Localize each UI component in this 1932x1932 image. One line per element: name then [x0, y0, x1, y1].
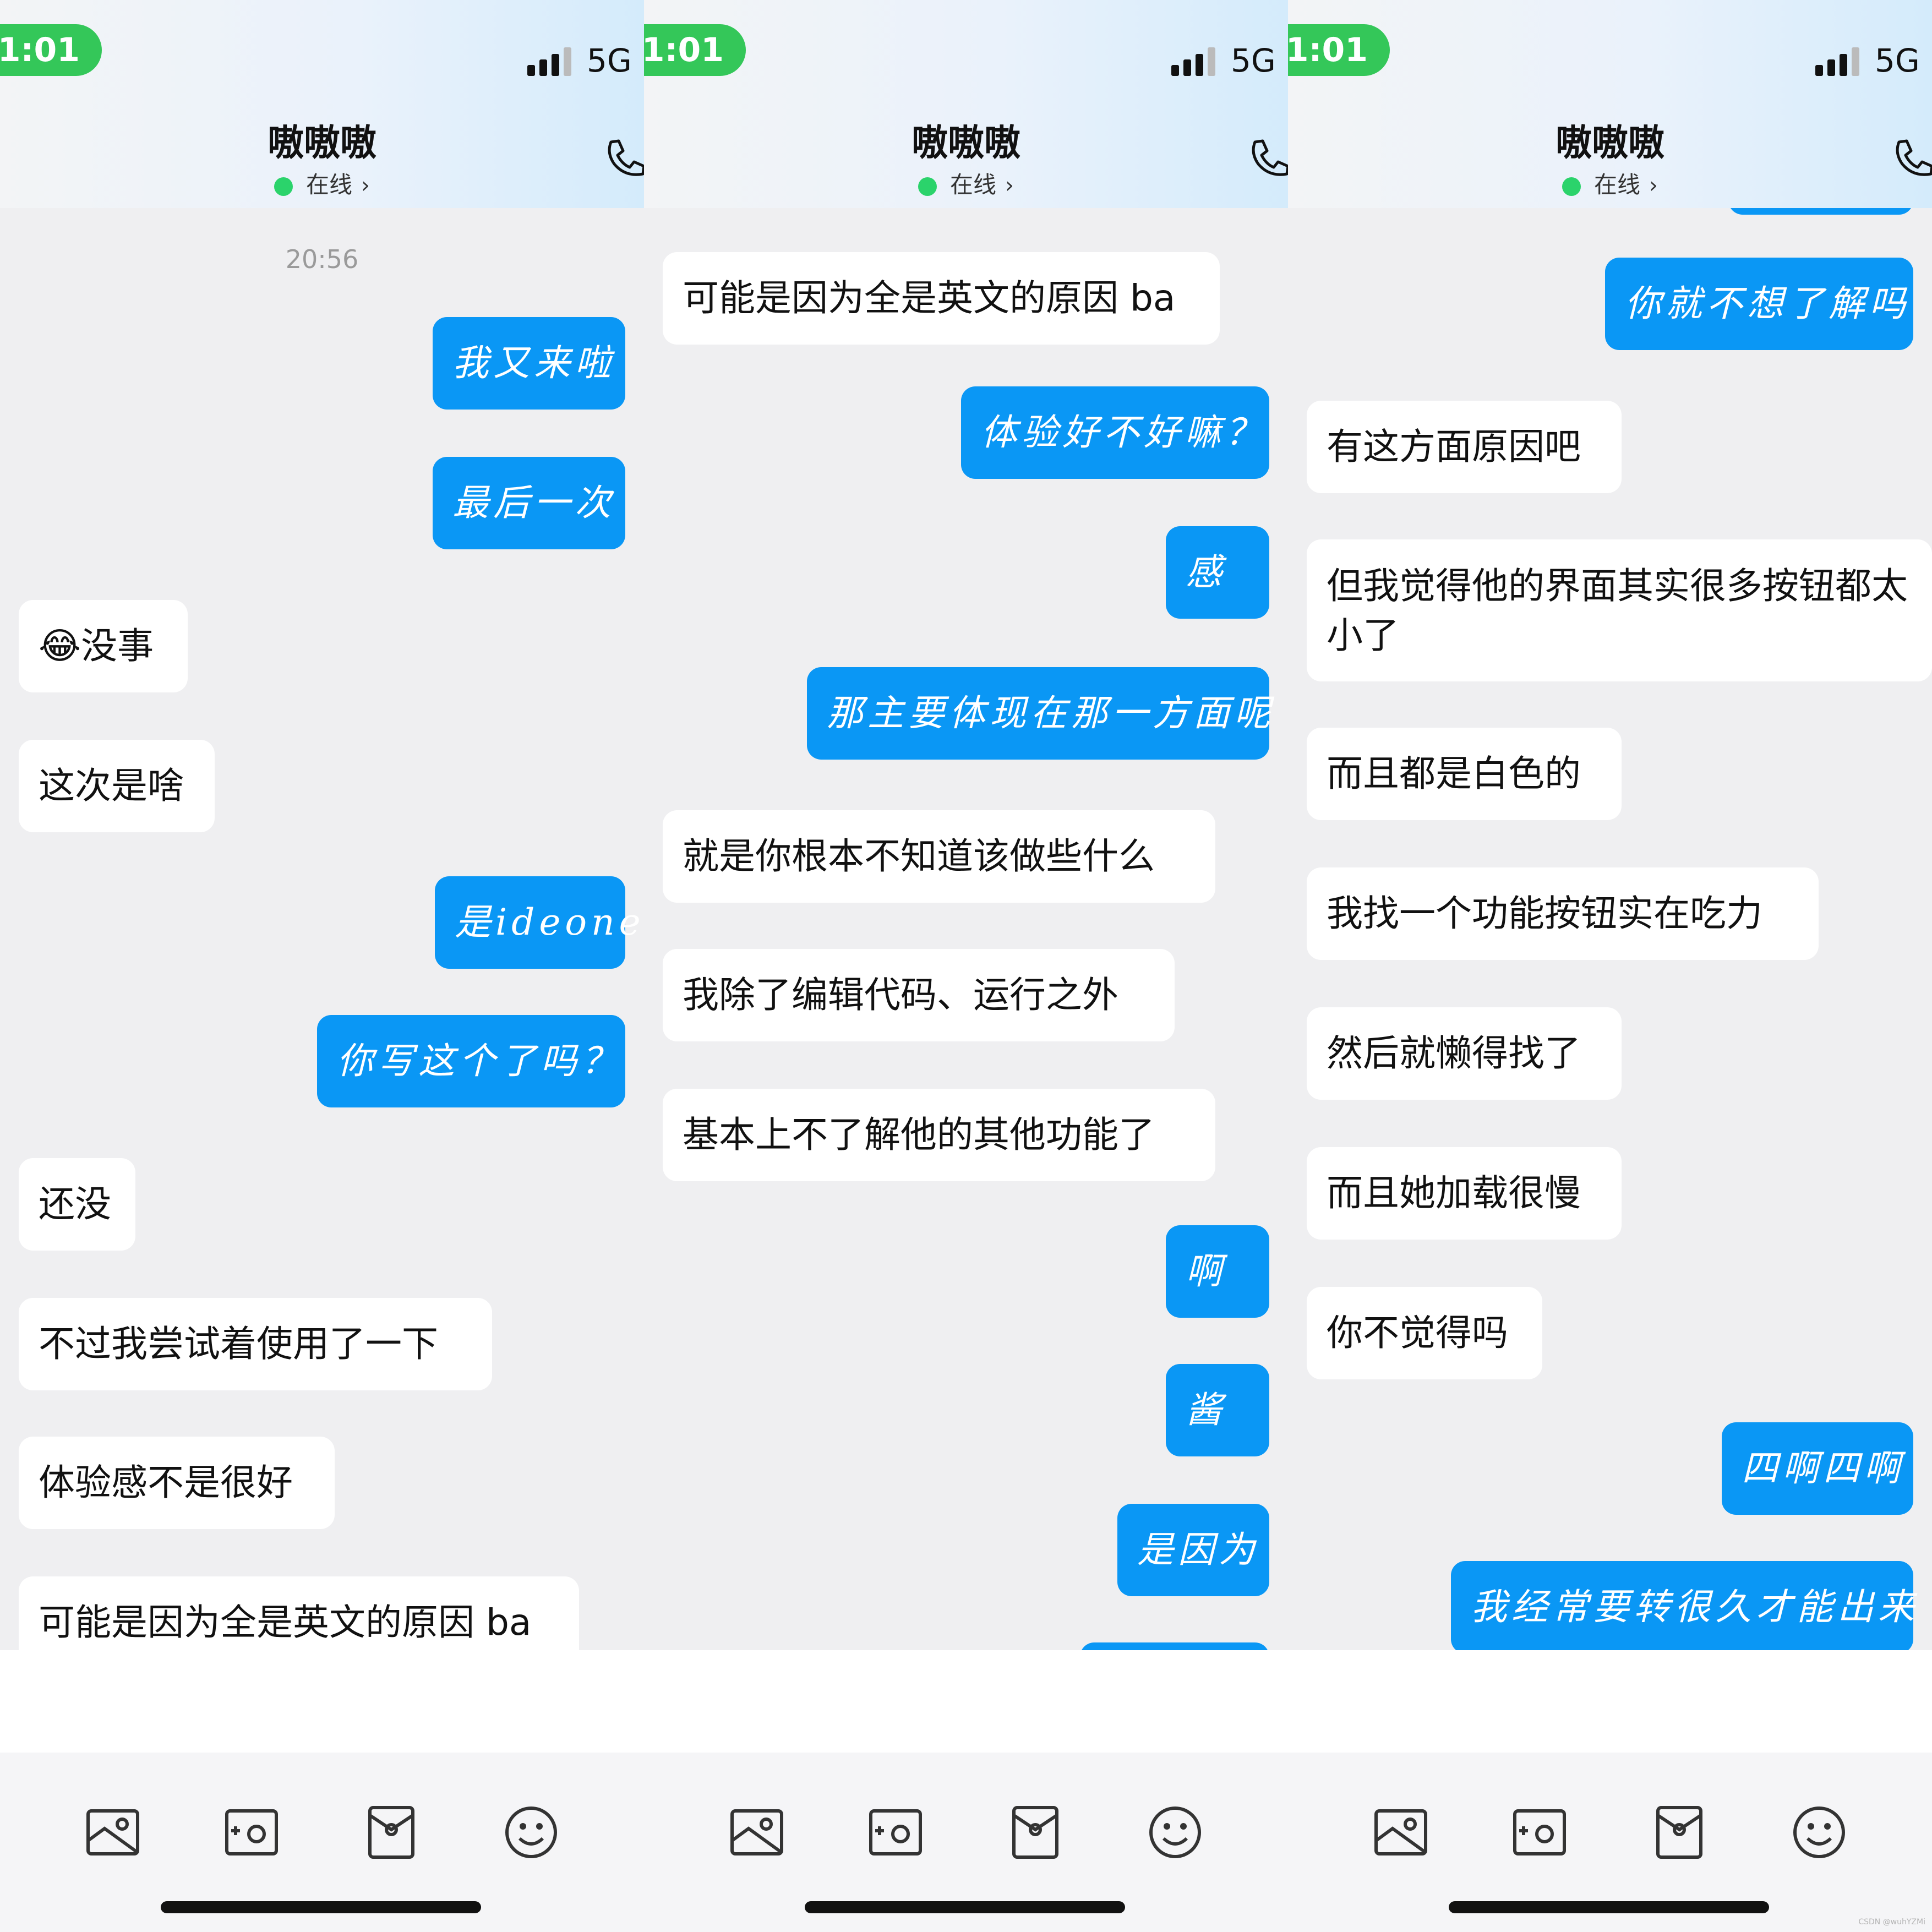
- status-time: 21:01: [0, 24, 102, 76]
- incoming-message[interactable]: 这次是啥: [19, 740, 215, 832]
- chevron-right-icon: ›: [1005, 173, 1014, 198]
- chat-header: 21:01 5G 嗷嗷嗷 在线 ›: [1288, 0, 1932, 208]
- red-packet-icon[interactable]: [1649, 1802, 1710, 1863]
- composer: [0, 1650, 644, 1932]
- message-list[interactable]: 20:56 我又来啦 最后一次 😂没事 这次是啥 是ideone 你写这个了吗？…: [0, 208, 644, 1650]
- outgoing-message[interactable]: 是ideone: [435, 876, 641, 969]
- outgoing-message[interactable]: 我经常要转很久才能出来: [1451, 1561, 1914, 1650]
- signal-icon: [1171, 47, 1218, 76]
- outgoing-message[interactable]: 是因为: [1117, 1504, 1269, 1596]
- status-time: 21:01: [644, 24, 746, 76]
- outgoing-message[interactable]: 啊: [1166, 1225, 1269, 1318]
- network-label: 5G: [1231, 42, 1276, 79]
- chat-screenshot-1: 21:01 5G 嗷嗷嗷 在线 › 20:56 我又来啦 最后一次 😂没事 这次是…: [0, 0, 644, 1932]
- camera-icon[interactable]: [865, 1802, 926, 1863]
- home-indicator[interactable]: [805, 1901, 1125, 1913]
- incoming-message[interactable]: 体验感不是很好: [19, 1437, 335, 1529]
- online-dot-icon: [274, 177, 293, 196]
- online-status[interactable]: 在线 ›: [1288, 166, 1932, 200]
- incoming-message[interactable]: 我除了编辑代码、运行之外: [663, 949, 1175, 1041]
- outgoing-message[interactable]: 我又来啦: [433, 317, 625, 410]
- red-packet-icon[interactable]: [361, 1802, 422, 1863]
- chevron-right-icon: ›: [361, 173, 370, 198]
- chat-screenshot-3: 21:01 5G 嗷嗷嗷 在线 › 你就不想了解吗 有这方面原因吧 但我觉得他的界…: [1288, 0, 1932, 1932]
- outgoing-message[interactable]: 你写这个了吗？: [317, 1015, 625, 1107]
- emoji-icon[interactable]: [501, 1802, 561, 1863]
- incoming-message[interactable]: 有这方面原因吧: [1307, 401, 1622, 493]
- chat-header: 21:01 5G 嗷嗷嗷 在线 ›: [0, 0, 644, 208]
- outgoing-message-partial[interactable]: [1728, 208, 1913, 215]
- outgoing-message[interactable]: 感: [1166, 526, 1269, 619]
- red-packet-icon[interactable]: [1005, 1802, 1066, 1863]
- phone-icon[interactable]: [603, 137, 644, 181]
- incoming-message[interactable]: 可能是因为全是英文的原因 ba: [19, 1576, 579, 1650]
- phone-icon[interactable]: [1891, 137, 1932, 181]
- contact-name[interactable]: 嗷嗷嗷: [0, 113, 644, 166]
- incoming-message[interactable]: 而且她加载很慢: [1307, 1147, 1622, 1240]
- signal-icon: [1815, 47, 1862, 76]
- chat-header: 21:01 5G 嗷嗷嗷 在线 ›: [644, 0, 1288, 208]
- outgoing-message-partial[interactable]: [1080, 1642, 1269, 1650]
- emoji-icon[interactable]: [1789, 1802, 1849, 1863]
- incoming-message[interactable]: 但我觉得他的界面其实很多按钮都太小了: [1307, 539, 1932, 681]
- image-icon[interactable]: [1371, 1802, 1431, 1863]
- watermark: CSDN @wuhYZMi: [1858, 1918, 1925, 1926]
- status-time: 21:01: [1288, 24, 1390, 76]
- image-icon[interactable]: [83, 1802, 143, 1863]
- outgoing-message[interactable]: 最后一次: [433, 457, 625, 549]
- incoming-message[interactable]: 就是你根本不知道该做些什么: [663, 810, 1215, 903]
- message-input[interactable]: [644, 1650, 1288, 1753]
- online-status[interactable]: 在线 ›: [644, 166, 1288, 200]
- outgoing-message[interactable]: 那主要体现在那一方面呢: [807, 667, 1270, 760]
- message-input[interactable]: [0, 1650, 644, 1753]
- camera-icon[interactable]: [221, 1802, 282, 1863]
- composer: [644, 1650, 1288, 1932]
- incoming-message[interactable]: 而且都是白色的: [1307, 728, 1622, 820]
- online-dot-icon: [1562, 177, 1581, 196]
- image-icon[interactable]: [727, 1802, 787, 1863]
- home-indicator[interactable]: [161, 1901, 481, 1913]
- outgoing-message[interactable]: 你就不想了解吗: [1605, 258, 1913, 350]
- outgoing-message[interactable]: 体验好不好嘛？: [961, 386, 1269, 479]
- message-list[interactable]: 你就不想了解吗 有这方面原因吧 但我觉得他的界面其实很多按钮都太小了 而且都是白…: [1288, 208, 1932, 1650]
- incoming-message[interactable]: 基本上不了解他的其他功能了: [663, 1089, 1215, 1181]
- online-status-label: 在线: [949, 171, 996, 198]
- signal-icon: [527, 47, 574, 76]
- emoji-icon[interactable]: [1145, 1802, 1205, 1863]
- camera-icon[interactable]: [1509, 1802, 1570, 1863]
- composer: CSDN @wuhYZMi: [1288, 1650, 1932, 1932]
- outgoing-message[interactable]: 酱: [1166, 1364, 1269, 1456]
- incoming-message[interactable]: 你不觉得吗: [1307, 1287, 1542, 1379]
- network-label: 5G: [587, 42, 632, 79]
- contact-name[interactable]: 嗷嗷嗷: [1288, 113, 1932, 166]
- incoming-message[interactable]: 不过我尝试着使用了一下: [19, 1298, 492, 1390]
- message-input[interactable]: [1288, 1650, 1932, 1753]
- incoming-message[interactable]: 😂没事: [19, 600, 188, 692]
- chevron-right-icon: ›: [1649, 173, 1658, 198]
- incoming-message[interactable]: 我找一个功能按钮实在吃力: [1307, 867, 1819, 960]
- online-dot-icon: [918, 177, 937, 196]
- home-indicator[interactable]: [1449, 1901, 1769, 1913]
- incoming-message[interactable]: 然后就懒得找了: [1307, 1007, 1622, 1100]
- online-status[interactable]: 在线 ›: [0, 166, 644, 200]
- chat-screenshot-2: 21:01 5G 嗷嗷嗷 在线 › 可能是因为全是英文的原因 ba 体验好不好嘛？…: [644, 0, 1288, 1932]
- incoming-message[interactable]: 可能是因为全是英文的原因 ba: [663, 252, 1220, 345]
- network-label: 5G: [1875, 42, 1920, 79]
- incoming-message[interactable]: 还没: [19, 1158, 135, 1251]
- message-list[interactable]: 可能是因为全是英文的原因 ba 体验好不好嘛？ 感 那主要体现在那一方面呢 就是…: [644, 208, 1288, 1650]
- outgoing-message[interactable]: 四啊四啊: [1722, 1422, 1913, 1515]
- online-status-label: 在线: [305, 171, 352, 198]
- message-timestamp: 20:56: [285, 244, 359, 274]
- contact-name[interactable]: 嗷嗷嗷: [644, 113, 1288, 166]
- phone-icon[interactable]: [1247, 137, 1288, 181]
- online-status-label: 在线: [1593, 171, 1640, 198]
